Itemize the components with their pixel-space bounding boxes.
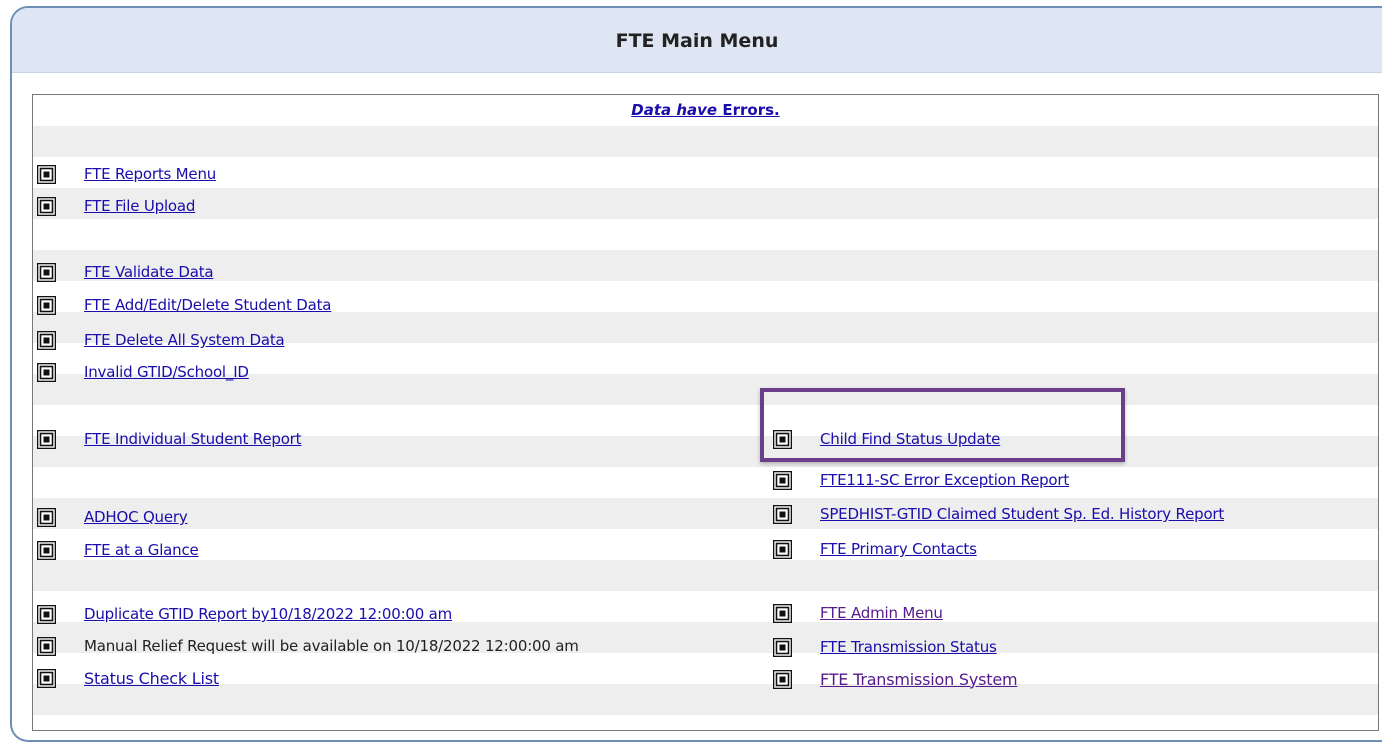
menu-square-icon xyxy=(37,507,56,527)
menu-link-label[interactable]: FTE Admin Menu xyxy=(820,604,943,622)
page-title: FTE Main Menu xyxy=(615,30,779,52)
highlight-box xyxy=(760,388,1125,462)
menu-link-label[interactable]: FTE Add/Edit/Delete Student Data xyxy=(84,296,331,314)
menu-square-icon xyxy=(37,668,56,688)
table-row xyxy=(33,529,1378,560)
menu-item-adhoc-query[interactable]: ADHOC Query xyxy=(37,504,188,530)
manual-relief-notice: Manual Relief Request will be available … xyxy=(84,637,579,655)
menu-item-fte-add-edit-delete-student-data[interactable]: FTE Add/Edit/Delete Student Data xyxy=(37,292,331,318)
menu-square-icon xyxy=(37,330,56,350)
menu-link-label[interactable]: Duplicate GTID Report by10/18/2022 12:00… xyxy=(84,605,452,623)
menu-square-icon xyxy=(37,362,56,382)
table-row xyxy=(33,188,1378,219)
menu-link-label[interactable]: ADHOC Query xyxy=(84,508,188,526)
table-row xyxy=(33,715,1378,730)
menu-square-icon xyxy=(37,262,56,282)
table-row xyxy=(33,157,1378,188)
menu-square-icon xyxy=(37,604,56,624)
menu-link-label[interactable]: Status Check List xyxy=(84,669,219,688)
menu-link-label[interactable]: SPEDHIST-GTID Claimed Student Sp. Ed. Hi… xyxy=(820,505,1224,523)
errors-notice: Data have Errors. xyxy=(33,101,1378,119)
menu-item-fte-validate-data[interactable]: FTE Validate Data xyxy=(37,259,214,285)
menu-item-fte-at-a-glance[interactable]: FTE at a Glance xyxy=(37,537,199,563)
errors-row: Data have Errors. xyxy=(33,95,1378,126)
menu-square-icon xyxy=(37,196,56,216)
menu-item-status-check-list[interactable]: Status Check List xyxy=(37,665,219,691)
menu-item-fte-file-upload[interactable]: FTE File Upload xyxy=(37,193,195,219)
menu-link-label[interactable]: FTE File Upload xyxy=(84,197,195,215)
menu-link-label[interactable]: FTE at a Glance xyxy=(84,541,199,559)
menu-item-fte-transmission-status[interactable]: FTE Transmission Status xyxy=(773,634,997,660)
menu-square-icon xyxy=(37,164,56,184)
menu-link-label[interactable]: FTE Transmission System xyxy=(820,670,1018,689)
menu-square-icon xyxy=(773,504,792,524)
menu-square-icon xyxy=(773,637,792,657)
menu-item-fte-transmission-system[interactable]: FTE Transmission System xyxy=(773,666,1018,692)
menu-link-label[interactable]: FTE111-SC Error Exception Report xyxy=(820,471,1069,489)
menu-square-icon xyxy=(773,669,792,689)
table-row xyxy=(33,250,1378,281)
menu-square-icon xyxy=(37,540,56,560)
menu-table: Data have Errors. FTE Reports Menu FTE F… xyxy=(32,94,1379,731)
menu-item-manual-relief-request: Manual Relief Request will be available … xyxy=(37,633,579,659)
table-row xyxy=(33,467,1378,498)
menu-item-spedhist-gtid-report[interactable]: SPEDHIST-GTID Claimed Student Sp. Ed. Hi… xyxy=(773,501,1224,527)
menu-square-icon xyxy=(773,539,792,559)
menu-square-icon xyxy=(37,636,56,656)
menu-item-duplicate-gtid-report[interactable]: Duplicate GTID Report by10/18/2022 12:00… xyxy=(37,601,452,627)
menu-item-fte-admin-menu[interactable]: FTE Admin Menu xyxy=(773,600,943,626)
errors-link[interactable]: Data have Errors. xyxy=(631,101,779,119)
table-row xyxy=(33,684,1378,715)
menu-link-label[interactable]: FTE Transmission Status xyxy=(820,638,997,656)
table-row xyxy=(33,560,1378,591)
menu-link-label[interactable]: Invalid GTID/School_ID xyxy=(84,363,249,381)
menu-link-label[interactable]: FTE Validate Data xyxy=(84,263,214,281)
menu-link-label[interactable]: FTE Primary Contacts xyxy=(820,540,977,558)
menu-item-fte-primary-contacts[interactable]: FTE Primary Contacts xyxy=(773,536,977,562)
table-row xyxy=(33,219,1378,250)
menu-item-fte-individual-student-report[interactable]: FTE Individual Student Report xyxy=(37,426,302,452)
menu-link-label[interactable]: FTE Individual Student Report xyxy=(84,430,302,448)
menu-square-icon xyxy=(37,295,56,315)
menu-square-icon xyxy=(37,429,56,449)
menu-item-fte-reports-menu[interactable]: FTE Reports Menu xyxy=(37,161,216,187)
menu-link-label[interactable]: FTE Delete All System Data xyxy=(84,331,285,349)
menu-item-invalid-gtid-school-id[interactable]: Invalid GTID/School_ID xyxy=(37,359,249,385)
table-row xyxy=(33,126,1378,157)
menu-square-icon xyxy=(773,470,792,490)
menu-square-icon xyxy=(773,603,792,623)
menu-item-fte-delete-all-system-data[interactable]: FTE Delete All System Data xyxy=(37,327,285,353)
menu-link-label[interactable]: FTE Reports Menu xyxy=(84,165,216,183)
menu-item-fte111-sc-error-exception-report[interactable]: FTE111-SC Error Exception Report xyxy=(773,467,1069,493)
